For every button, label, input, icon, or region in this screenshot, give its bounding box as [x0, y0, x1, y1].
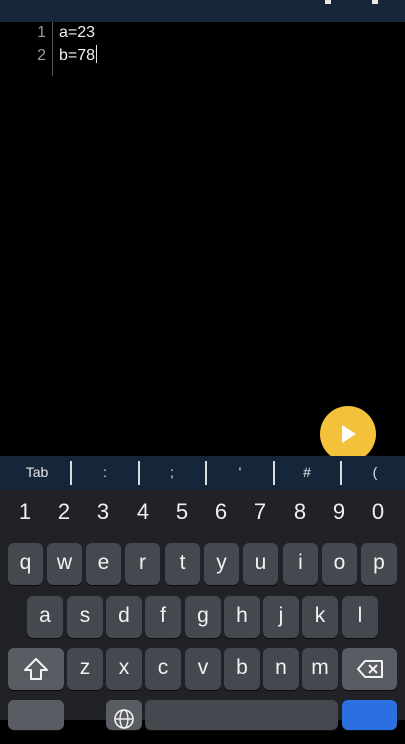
gutter-divider: [52, 22, 53, 76]
key-letter[interactable]: a: [27, 596, 63, 638]
symbol-key-colon[interactable]: :: [83, 456, 127, 490]
code-text[interactable]: a=23: [59, 22, 95, 44]
key-letter[interactable]: x: [106, 648, 142, 690]
symbol-bar: Tab : ; ' # (: [0, 456, 405, 490]
key-digit[interactable]: 7: [240, 497, 280, 527]
key-letter[interactable]: q: [8, 543, 43, 585]
play-icon: [342, 425, 356, 443]
key-letter[interactable]: e: [86, 543, 121, 585]
key-letter[interactable]: w: [47, 543, 82, 585]
key-letter[interactable]: d: [106, 596, 142, 638]
symbol-separator: [70, 461, 72, 485]
key-letter[interactable]: c: [145, 648, 181, 690]
key-letter[interactable]: g: [185, 596, 221, 638]
run-button[interactable]: [320, 406, 376, 462]
toolbar-icon[interactable]: [372, 0, 378, 4]
code-text-with-caret[interactable]: b=78: [59, 45, 98, 67]
key-letter[interactable]: v: [185, 648, 221, 690]
key-digit[interactable]: 5: [162, 497, 202, 527]
top-app-bar: [0, 0, 405, 22]
symbol-key-paren[interactable]: (: [353, 456, 397, 490]
key-digit[interactable]: 8: [280, 497, 320, 527]
symbol-key-quote[interactable]: ': [218, 456, 262, 490]
shift-arrow-icon: [24, 658, 48, 680]
key-letter[interactable]: n: [263, 648, 299, 690]
key-letter[interactable]: i: [283, 543, 318, 585]
symbol-separator: [138, 461, 140, 485]
key-letter[interactable]: j: [263, 596, 299, 638]
key-letter[interactable]: b: [224, 648, 260, 690]
backspace-key[interactable]: [342, 648, 397, 690]
symbol-key-semicolon[interactable]: ;: [150, 456, 194, 490]
space-bar[interactable]: [145, 700, 338, 730]
key-letter[interactable]: m: [302, 648, 338, 690]
text-caret: [96, 45, 98, 63]
key-digit[interactable]: 2: [44, 497, 84, 527]
symbol-separator: [340, 461, 342, 485]
code-text[interactable]: b=78: [59, 47, 95, 64]
backspace-icon: [356, 660, 383, 678]
key-letter[interactable]: z: [67, 648, 103, 690]
shift-key[interactable]: [8, 648, 64, 690]
key-digit[interactable]: 3: [83, 497, 123, 527]
key-letter[interactable]: k: [302, 596, 338, 638]
key-letter[interactable]: p: [361, 543, 397, 585]
symbol-separator: [205, 461, 207, 485]
symbol-key-hash[interactable]: #: [285, 456, 329, 490]
symbol-separator: [273, 461, 275, 485]
toolbar-icon[interactable]: [325, 0, 331, 4]
key-digit[interactable]: 6: [201, 497, 241, 527]
numbers-key[interactable]: [8, 700, 64, 730]
line-number: 1: [37, 24, 46, 41]
key-digit[interactable]: 1: [5, 497, 45, 527]
key-letter[interactable]: l: [342, 596, 378, 638]
key-digit[interactable]: 4: [123, 497, 163, 527]
globe-key[interactable]: [106, 700, 142, 730]
key-letter[interactable]: t: [165, 543, 200, 585]
key-digit[interactable]: 9: [319, 497, 359, 527]
key-letter[interactable]: y: [204, 543, 239, 585]
globe-icon: [114, 709, 134, 729]
key-letter[interactable]: r: [125, 543, 160, 585]
code-editor[interactable]: 1 a=23 2 b=78: [0, 22, 405, 456]
return-key[interactable]: [342, 700, 397, 730]
key-digit[interactable]: 0: [358, 497, 398, 527]
key-letter[interactable]: f: [145, 596, 181, 638]
key-letter[interactable]: s: [67, 596, 103, 638]
key-letter[interactable]: u: [243, 543, 278, 585]
line-number: 2: [37, 47, 46, 64]
key-letter[interactable]: h: [224, 596, 260, 638]
key-letter[interactable]: o: [322, 543, 357, 585]
symbol-key-tab[interactable]: Tab: [15, 456, 59, 490]
